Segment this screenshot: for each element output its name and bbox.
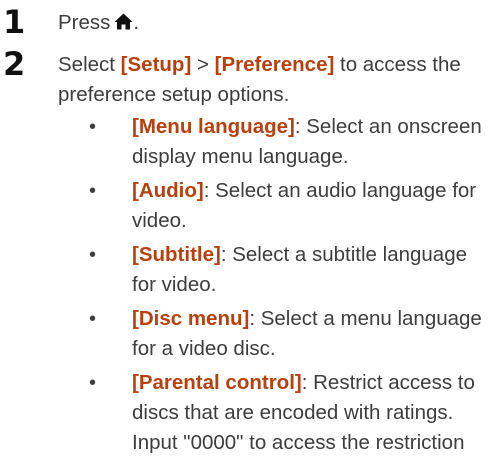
bullet-icon: • <box>89 116 97 138</box>
step-text-label: Press <box>58 11 111 34</box>
bullet-text: [Subtitle]: Select a subtitle language f… <box>132 240 487 300</box>
preference-key: [Preference] <box>214 53 335 76</box>
step-text: Press. <box>58 8 139 38</box>
step-text-pre: Select <box>58 53 121 76</box>
option-key: [Disc menu] <box>132 307 250 330</box>
step-text-period: . <box>133 11 140 34</box>
bullet-text: [Audio]: Select an audio language for vi… <box>132 176 487 236</box>
step-text-sep: > <box>191 53 215 76</box>
bullet-icon: • <box>89 372 97 394</box>
bullet-text: [Menu language]: Select an onscreen disp… <box>132 112 487 172</box>
bullet-icon: • <box>89 244 97 266</box>
option-key: [Menu language] <box>132 115 295 138</box>
option-key: [Audio] <box>132 179 204 202</box>
option-key: [Parental control] <box>132 371 302 394</box>
bullet-text: [Disc menu]: Select a menu language for … <box>132 304 487 364</box>
step-number: 2 <box>3 45 26 83</box>
setup-key: [Setup] <box>120 53 192 76</box>
bullet-icon: • <box>89 180 97 202</box>
option-key: [Subtitle] <box>132 243 221 266</box>
step-text: Select [Setup] > [Preference] to access … <box>58 50 478 110</box>
bullet-text: [Parental control]: Restrict access to d… <box>132 368 487 458</box>
step-number: 1 <box>3 3 26 41</box>
home-icon <box>114 13 133 30</box>
bullet-icon: • <box>89 308 97 330</box>
